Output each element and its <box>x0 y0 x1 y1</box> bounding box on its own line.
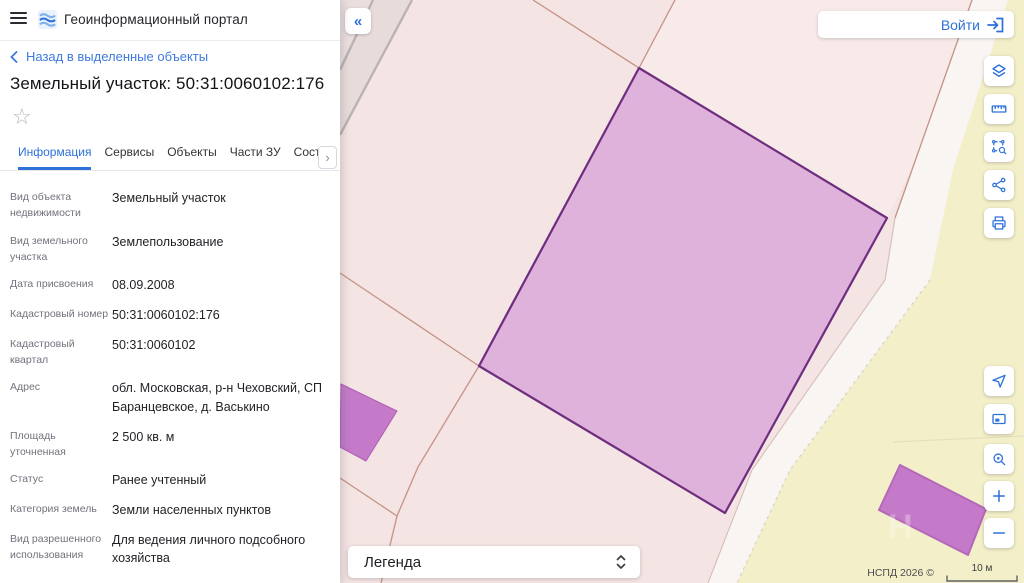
legend-toggle[interactable]: Легенда <box>348 546 640 578</box>
back-link[interactable]: Назад в выделенные объекты <box>10 49 208 64</box>
info-row-label: Кадастровый номер <box>10 306 112 325</box>
info-row: Вид объекта недвижимостиЗемельный участо… <box>10 189 332 222</box>
app-title: Геоинформационный портал <box>64 12 248 27</box>
info-row-value: 08.09.2008 <box>112 276 175 295</box>
page-title: Земельный участок: 50:31:0060102:176 <box>10 74 324 94</box>
cadastral-map: Н <box>340 0 1024 583</box>
search-place-button[interactable] <box>984 444 1014 474</box>
info-row-value: Для ведения личного подсобного хозяйства <box>112 531 305 569</box>
info-row-label: Форма собственности <box>10 579 112 583</box>
info-row: Адресобл. Московская, р-н Чеховский, СП … <box>10 379 332 417</box>
info-row-value: Земельный участок <box>112 189 226 222</box>
zoom-out-icon <box>990 524 1008 542</box>
info-row-label: Площадь уточненная <box>10 428 112 461</box>
overview-map-button[interactable] <box>984 404 1014 434</box>
info-row: Вид земельного участкаЗемлепользование <box>10 233 332 266</box>
locate-button[interactable] <box>984 366 1014 396</box>
chevron-left-icon <box>10 51 18 63</box>
tab-Объекты[interactable]: Объекты <box>167 141 217 170</box>
zoom-out-button[interactable] <box>984 518 1014 548</box>
print-button[interactable] <box>984 208 1014 238</box>
map-canvas[interactable]: Н « Войти <box>340 0 1024 583</box>
search-place-icon <box>990 450 1008 468</box>
info-row-label: Вид разрешенного использования <box>10 531 112 569</box>
layers-button[interactable] <box>984 56 1014 86</box>
info-row-value: 2 500 кв. м <box>112 428 174 461</box>
info-row-label: Категория земель <box>10 501 112 520</box>
info-row-label: Дата присвоения <box>10 276 112 295</box>
info-row-label: Статус <box>10 471 112 490</box>
info-row-label: Кадастровый квартал <box>10 336 112 369</box>
tab-Информация[interactable]: Информация <box>18 141 91 170</box>
map-scalebar: 10 м <box>946 564 1018 582</box>
info-row-value: Земли населенных пунктов <box>112 501 271 520</box>
tab-bar: ИнформацияСервисыОбъектыЧасти ЗУСостав <box>0 141 340 171</box>
info-row-value: 50:31:0060102:176 <box>112 306 220 325</box>
layers-icon <box>990 62 1008 80</box>
info-row: СтатусРанее учтенный <box>10 471 332 490</box>
info-row-label: Вид объекта недвижимости <box>10 189 112 222</box>
ruler-icon <box>990 100 1008 118</box>
tab-Части ЗУ[interactable]: Части ЗУ <box>230 141 281 170</box>
tabs-scroll-right-button[interactable]: › <box>318 146 337 169</box>
info-row: Площадь уточненная2 500 кв. м <box>10 428 332 461</box>
zoom-in-icon <box>990 487 1008 505</box>
sidebar-header: Геоинформационный портал <box>0 0 340 41</box>
info-row: Категория земельЗемли населенных пунктов <box>10 501 332 520</box>
info-row: Кадастровый номер50:31:0060102:176 <box>10 306 332 325</box>
info-row-value: Частная <box>112 579 160 583</box>
info-row-label: Вид земельного участка <box>10 233 112 266</box>
portal-logo-icon <box>37 9 58 30</box>
info-row: Форма собственностиЧастная <box>10 579 332 583</box>
info-list: Вид объекта недвижимостиЗемельный участо… <box>0 171 340 583</box>
info-row-value: обл. Московская, р-н Чеховский, СП Баран… <box>112 379 322 417</box>
share-button[interactable] <box>984 170 1014 200</box>
login-button[interactable]: Войти <box>818 11 1014 38</box>
info-row-value: Ранее учтенный <box>112 471 206 490</box>
menu-icon[interactable] <box>10 12 27 26</box>
info-row-label: Адрес <box>10 379 112 417</box>
map-watermark: Н <box>888 508 913 546</box>
tab-Сервисы[interactable]: Сервисы <box>104 141 154 170</box>
collapse-sidebar-button[interactable]: « <box>345 8 371 34</box>
legend-label: Легенда <box>348 554 615 571</box>
login-icon <box>987 17 1004 33</box>
select-area-button[interactable] <box>984 132 1014 162</box>
share-icon <box>990 176 1008 194</box>
zoom-in-button[interactable] <box>984 481 1014 511</box>
login-label: Войти <box>941 17 980 33</box>
info-row-value: Землепользование <box>112 233 223 266</box>
sidebar-panel: Геоинформационный портал Назад в выделен… <box>0 0 340 583</box>
info-row: Дата присвоения08.09.2008 <box>10 276 332 295</box>
info-row-value: 50:31:0060102 <box>112 336 195 369</box>
expand-collapse-icon <box>615 553 640 571</box>
map-attribution: НСПД 2026 © <box>867 567 934 579</box>
info-row: Вид разрешенного использованияДля ведени… <box>10 531 332 569</box>
back-link-label: Назад в выделенные объекты <box>26 49 208 64</box>
locate-icon <box>990 372 1008 390</box>
info-row: Кадастровый квартал50:31:0060102 <box>10 336 332 369</box>
favorite-star-icon[interactable]: ☆ <box>12 106 32 128</box>
overview-map-icon <box>990 410 1008 428</box>
print-icon <box>990 214 1008 232</box>
scale-label: 10 м <box>946 564 1018 574</box>
measure-button[interactable] <box>984 94 1014 124</box>
select-area-icon <box>990 138 1008 156</box>
